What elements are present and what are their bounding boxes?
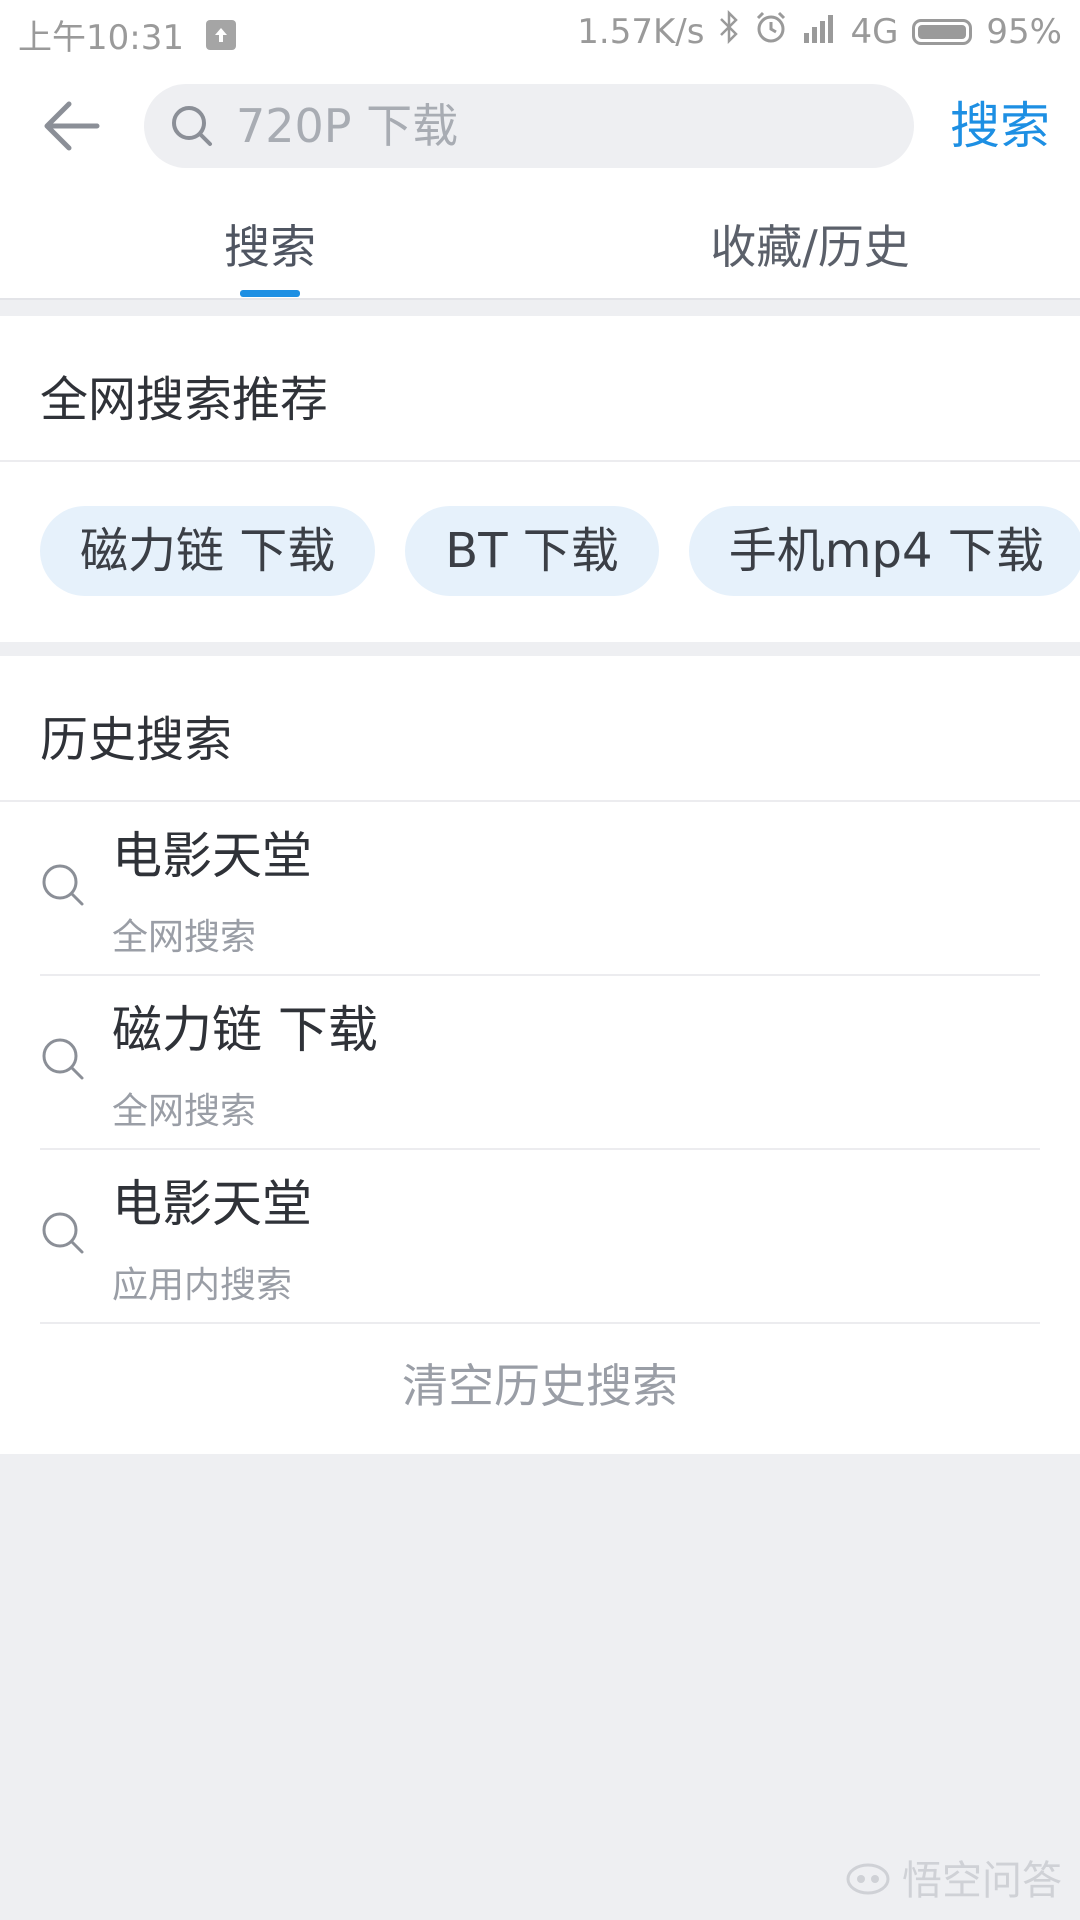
back-button[interactable] xyxy=(36,94,106,158)
search-icon xyxy=(42,1212,84,1254)
watermark-text: 悟空问答 xyxy=(902,1858,1062,1904)
recommend-chip[interactable]: BT 下载 xyxy=(405,506,659,596)
history-section: 历史搜索 电影天堂 全网搜索 磁力链 下载 全网搜索 电影天堂 应用内搜索 清空… xyxy=(0,656,1080,1454)
network-type: 4G xyxy=(850,11,899,52)
history-item[interactable]: 磁力链 下载 全网搜索 xyxy=(40,976,1040,1150)
search-icon xyxy=(42,1038,84,1080)
upload-icon xyxy=(205,19,236,50)
search-input[interactable] xyxy=(234,98,838,154)
divider xyxy=(0,460,1080,462)
search-icon xyxy=(42,864,84,906)
bluetooth-icon xyxy=(718,9,740,53)
wukong-logo-icon xyxy=(846,1863,890,1895)
recommend-chips: 磁力链 下载 BT 下载 手机mp4 下载 xyxy=(40,506,1080,596)
search-button[interactable]: 搜索 xyxy=(950,84,1050,168)
status-bar: 上午10:31 1.57K/s 4G 95% xyxy=(0,0,1080,62)
history-item-subtitle: 全网搜索 xyxy=(112,917,257,958)
search-icon xyxy=(172,106,212,146)
history-item-subtitle: 全网搜索 xyxy=(112,1091,257,1132)
search-header: 搜索 xyxy=(0,62,1080,190)
tab-bar: 搜索 收藏/历史 xyxy=(0,190,1080,300)
history-item-title: 电影天堂 xyxy=(112,1175,312,1233)
recommend-section: 全网搜索推荐 磁力链 下载 BT 下载 手机mp4 下载 xyxy=(0,316,1080,642)
signal-icon xyxy=(802,12,836,52)
history-item-title: 磁力链 下载 xyxy=(112,1001,378,1059)
battery-level: 95% xyxy=(986,11,1062,52)
tab-search[interactable]: 搜索 xyxy=(170,190,370,298)
history-title: 历史搜索 xyxy=(40,712,233,768)
status-time: 上午10:31 xyxy=(18,18,184,58)
search-field[interactable] xyxy=(144,84,914,168)
tab-favorites-history[interactable]: 收藏/历史 xyxy=(660,190,960,298)
divider xyxy=(40,1322,1040,1324)
active-tab-indicator xyxy=(240,290,300,297)
alarm-icon xyxy=(754,10,788,53)
history-item[interactable]: 电影天堂 应用内搜索 xyxy=(40,1150,1040,1324)
clear-history-button[interactable]: 清空历史搜索 xyxy=(0,1336,1080,1436)
watermark: 悟空问答 xyxy=(844,1848,1062,1906)
recommend-chip[interactable]: 手机mp4 下载 xyxy=(688,506,1080,596)
history-item[interactable]: 电影天堂 全网搜索 xyxy=(40,802,1040,976)
history-item-subtitle: 应用内搜索 xyxy=(112,1265,293,1306)
recommend-chip[interactable]: 磁力链 下载 xyxy=(40,506,376,596)
history-item-title: 电影天堂 xyxy=(112,827,312,885)
recommend-title: 全网搜索推荐 xyxy=(40,372,329,428)
back-arrow-icon xyxy=(44,101,100,151)
net-speed: 1.57K/s xyxy=(577,11,705,52)
battery-icon xyxy=(912,18,973,45)
